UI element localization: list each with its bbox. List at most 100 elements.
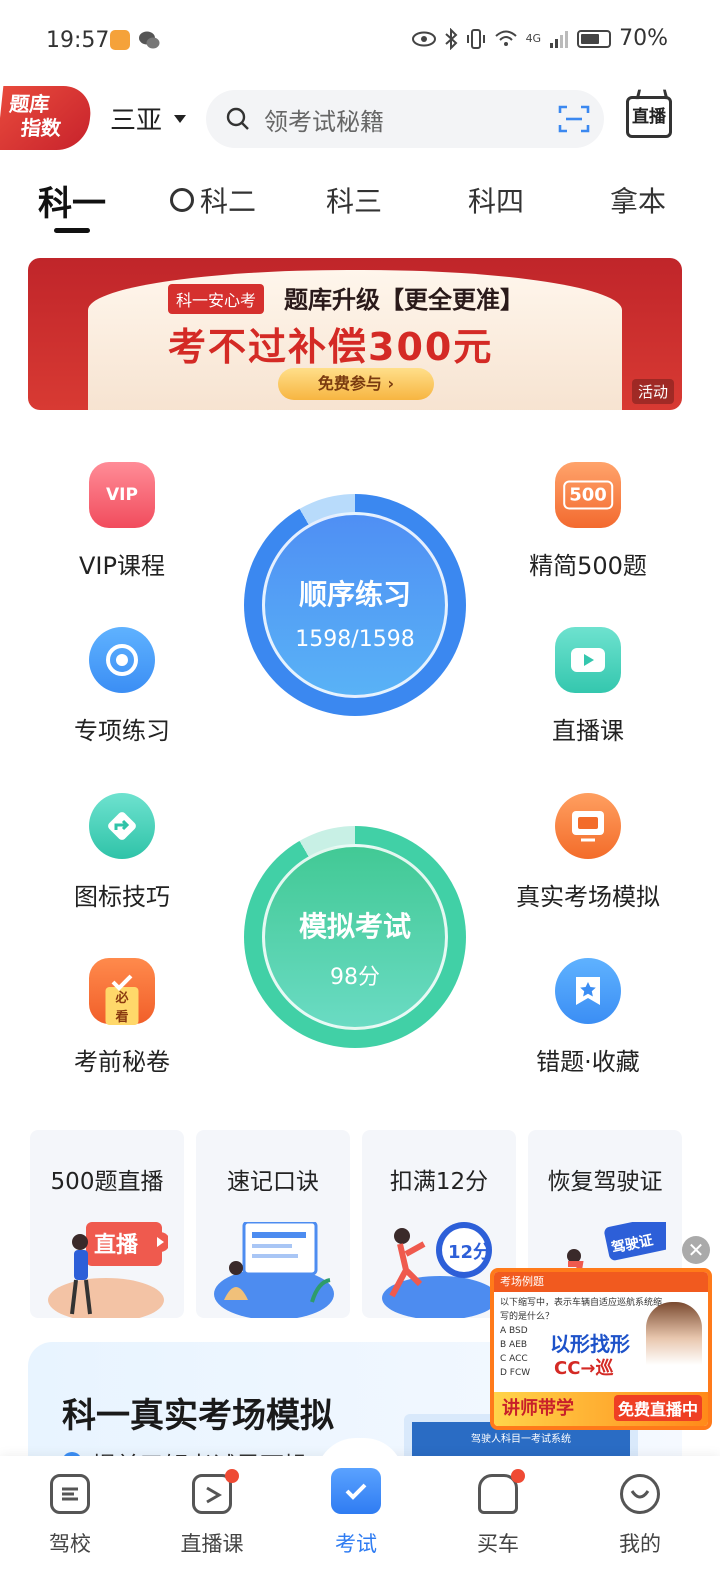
eye-icon: [411, 31, 436, 46]
subject-tabs: 科一 科二 科三 科四 拿本: [0, 180, 720, 240]
banner-headline: 考不过补偿300元: [168, 325, 494, 369]
tv-icon: [192, 1469, 239, 1514]
card-12-points-art-text: 12分: [448, 1242, 491, 1263]
nav-driving-school-label: 驾校: [49, 1532, 91, 1556]
nav-buy-car-label: 买车: [477, 1532, 519, 1556]
sequential-practice-core: 顺序练习 1598/1598: [262, 512, 448, 698]
search-input[interactable]: 领考试秘籍: [206, 90, 604, 148]
mock-exam-core: 模拟考试 98分: [262, 844, 448, 1030]
signal-icon: [550, 30, 569, 48]
exam-screen-text: 驾驶人科目一考试系统: [471, 1434, 571, 1445]
vibrate-icon: [466, 28, 485, 49]
road-sign-icon: [89, 793, 155, 859]
live-course-badge: [225, 1469, 239, 1483]
live-course-entry[interactable]: 直播课: [498, 627, 678, 746]
sign-tips-entry[interactable]: 图标技巧: [32, 793, 212, 912]
status-indicators: 4G 70%: [411, 26, 668, 51]
nav-live-course-label: 直播课: [180, 1532, 244, 1556]
real-exam-sim-label: 真实考场模拟: [516, 883, 660, 911]
monitor-icon: [555, 793, 621, 859]
mistakes-favorites-label: 错题·收藏: [536, 1048, 640, 1076]
bottom-navigation: 驾校 直播课 考试 买车 我的: [0, 1438, 720, 1588]
status-app-icons: [110, 30, 160, 50]
sequential-practice-progress: 1598/1598: [295, 627, 415, 652]
star-bookmark-icon: [555, 958, 621, 1024]
live-teaching-promo[interactable]: 考场例题 以下缩写中，表示车辆自适应巡航系统缩写的是什么？ A BSD B AE…: [490, 1268, 712, 1430]
exam-section-title: 科一真实考场模拟: [62, 1396, 334, 1436]
promo-big-text: 以形找形: [550, 1332, 630, 1356]
tab-subject-two-label: 科二: [200, 185, 257, 218]
card-mnemonics[interactable]: 速记口诀: [196, 1130, 350, 1318]
500-icon: 500: [555, 462, 621, 528]
banner-cta-label: 免费参与: [317, 374, 382, 393]
nav-buy-car[interactable]: 买车: [438, 1469, 558, 1558]
sequential-practice-title: 顺序练习: [298, 578, 411, 611]
promo-live-badge: 免费直播中: [613, 1395, 702, 1421]
car-icon: [478, 1469, 525, 1514]
mistakes-favorites-entry[interactable]: 错题·收藏: [498, 958, 678, 1077]
status-bar: 19:57 4G 70%: [0, 0, 720, 82]
live-course-label: 直播课: [552, 717, 624, 745]
points-illustration: 12分: [382, 1222, 498, 1318]
tab-subject-three[interactable]: 科三: [326, 180, 382, 220]
buy-car-badge: [511, 1469, 525, 1483]
profile-smile-icon: [620, 1474, 660, 1514]
pre-exam-paper-entry[interactable]: 必看 考前秘卷: [32, 958, 212, 1077]
card-12-points-title: 扣满12分: [389, 1169, 489, 1195]
bluetooth-icon: [444, 27, 458, 50]
card-500-live[interactable]: 500题直播 直播: [30, 1130, 184, 1318]
target-icon: [89, 627, 155, 693]
tab-get-license[interactable]: 拿本: [610, 180, 666, 220]
status-time: 19:57: [46, 28, 110, 53]
card-restore-license-title: 恢复驾驶证: [547, 1169, 663, 1195]
vip-course-label: VIP课程: [79, 552, 165, 580]
banner-tag: 科一安心考: [168, 284, 265, 314]
500-icon-text: 500: [563, 480, 613, 510]
nav-exam[interactable]: 考试: [296, 1468, 416, 1558]
tab-subject-four[interactable]: 科四: [468, 180, 524, 220]
battery-icon: [577, 29, 612, 48]
promo-close-button[interactable]: ✕: [682, 1236, 710, 1264]
mock-exam-title: 模拟考试: [298, 910, 411, 943]
active-tab-indicator: [54, 228, 90, 233]
nav-exam-label: 考试: [335, 1532, 377, 1556]
battery-percent: 70%: [619, 26, 668, 51]
vip-icon-text: VIP: [106, 485, 138, 505]
scan-icon[interactable]: [558, 104, 590, 134]
wechat-icon: [139, 31, 160, 49]
banner-title: 题库升级【更全更准】: [284, 286, 524, 314]
live-stream-illustration: 直播: [48, 1222, 168, 1318]
card-500-live-art-text: 直播: [94, 1232, 139, 1258]
network-type: 4G: [525, 32, 542, 45]
nav-driving-school[interactable]: 驾校: [10, 1474, 130, 1558]
search-placeholder: 领考试秘籍: [264, 107, 384, 136]
vip-course-entry[interactable]: VIP VIP课程: [32, 462, 212, 581]
study-illustration: [214, 1222, 334, 1318]
promo-banner[interactable]: 科一安心考 题库升级【更全更准】 考不过补偿300元 免费参与 › 活动: [28, 258, 682, 410]
live-button[interactable]: 直播: [626, 96, 672, 138]
card-500-live-title: 500题直播: [50, 1169, 164, 1195]
school-icon: [50, 1474, 90, 1514]
video-icon: [555, 627, 621, 693]
nav-live-course[interactable]: 直播课: [152, 1469, 272, 1558]
nav-profile[interactable]: 我的: [580, 1474, 700, 1558]
real-exam-sim-entry[interactable]: 真实考场模拟: [498, 793, 678, 912]
logo-line1: 题库: [8, 92, 51, 116]
question-bank-index-badge[interactable]: 题库 指数: [0, 86, 94, 150]
tab-subject-one[interactable]: 科一: [38, 176, 106, 225]
simplified-500-label: 精简500题: [529, 552, 647, 580]
special-practice-entry[interactable]: 专项练习: [32, 627, 212, 746]
battery-fill: [581, 33, 600, 44]
sign-tips-label: 图标技巧: [74, 883, 170, 911]
wifi-icon: [494, 30, 517, 46]
banner-activity-badge: 活动: [631, 379, 674, 404]
promo-question-text: 以下缩写中，表示车辆自适应巡航系统缩写的是什么？: [500, 1298, 663, 1322]
simplified-500-entry[interactable]: 500 精简500题: [498, 462, 678, 581]
sequential-practice-button[interactable]: 顺序练习 1598/1598: [244, 494, 466, 716]
mock-exam-button[interactable]: 模拟考试 98分: [244, 826, 466, 1048]
city-selector[interactable]: 三亚: [110, 100, 187, 137]
promo-cc-text: CC→巡: [554, 1358, 614, 1379]
tab-subject-two[interactable]: 科二: [170, 180, 256, 220]
nav-profile-label: 我的: [619, 1532, 661, 1556]
banner-participate-button[interactable]: 免费参与 ›: [278, 368, 434, 400]
